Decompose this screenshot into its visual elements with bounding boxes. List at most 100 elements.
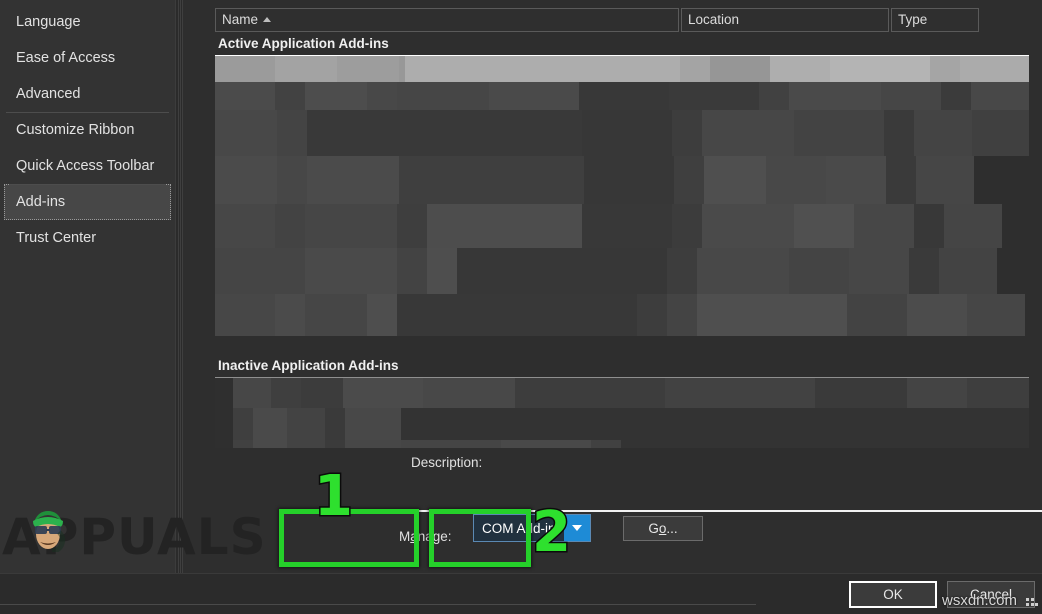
sidebar-item-label: Trust Center	[16, 230, 97, 246]
redacted-block	[584, 156, 674, 204]
redacted-block	[960, 56, 1029, 82]
sidebar-item-quick-access-toolbar[interactable]: Quick Access Toolbar	[0, 148, 175, 184]
redacted-block	[215, 82, 275, 110]
redacted-block	[215, 378, 233, 408]
column-header-name[interactable]: Name	[215, 8, 679, 32]
redacted-block	[939, 248, 997, 294]
redacted-block	[884, 110, 914, 156]
sidebar-item-add-ins[interactable]: Add-ins	[4, 184, 171, 220]
table-row[interactable]	[215, 56, 1029, 82]
redacted-block	[697, 294, 847, 336]
redacted-block	[667, 248, 697, 294]
redacted-block	[770, 56, 830, 82]
redacted-block	[854, 204, 914, 248]
table-row[interactable]	[215, 110, 1029, 156]
sidebar-item-advanced[interactable]: Advanced	[0, 76, 175, 112]
table-row[interactable]	[215, 440, 1029, 448]
redacted-block	[215, 408, 233, 440]
redacted-block	[702, 204, 794, 248]
redacted-block	[830, 56, 930, 82]
options-dialog: Language Ease of Access Advanced Customi…	[0, 0, 1042, 614]
sidebar-item-customize-ribbon[interactable]: Customize Ribbon	[0, 112, 175, 148]
redacted-block	[457, 248, 667, 294]
redacted-block	[672, 110, 702, 156]
redacted-block	[515, 378, 665, 408]
column-header-location[interactable]: Location	[681, 8, 889, 32]
redacted-block	[305, 82, 367, 110]
manage-label-suffix: nage:	[417, 529, 452, 544]
redacted-block	[672, 204, 702, 248]
redacted-block	[789, 248, 849, 294]
sidebar-item-label: Customize Ribbon	[16, 122, 135, 138]
redacted-block	[794, 204, 854, 248]
table-row[interactable]	[215, 408, 1029, 440]
add-ins-list[interactable]: Active Application Add-ins Inactive Appl…	[215, 33, 1029, 448]
sidebar-item-label: Quick Access Toolbar	[16, 158, 155, 174]
sidebar-item-ease-of-access[interactable]: Ease of Access	[0, 40, 175, 76]
redacted-block	[275, 82, 305, 110]
redacted-block	[301, 378, 343, 408]
table-row[interactable]	[215, 378, 1029, 408]
sidebar-item-label: Ease of Access	[16, 50, 116, 66]
redacted-block	[944, 204, 1002, 248]
redacted-block	[397, 204, 427, 248]
ok-button[interactable]: OK	[849, 581, 937, 608]
table-row[interactable]	[215, 82, 1029, 110]
redacted-block	[215, 156, 277, 204]
list-column-headers: Name Location Type	[215, 8, 1029, 32]
sidebar-item-language[interactable]: Language	[0, 4, 175, 40]
redacted-block	[345, 440, 401, 448]
redacted-block	[233, 440, 253, 448]
redacted-block	[914, 110, 972, 156]
redacted-block	[401, 440, 501, 448]
column-header-label: Name	[222, 12, 259, 27]
redacted-block	[881, 82, 941, 110]
group-header-active: Active Application Add-ins	[215, 33, 1029, 55]
column-header-type[interactable]: Type	[891, 8, 979, 32]
manage-label: Manage:	[399, 529, 452, 544]
redacted-block	[582, 204, 672, 248]
redacted-block	[427, 204, 582, 248]
redacted-block	[886, 156, 916, 204]
sidebar-item-label: Advanced	[16, 86, 81, 102]
redacted-block	[367, 294, 397, 336]
redacted-block	[930, 56, 960, 82]
options-category-sidebar: Language Ease of Access Advanced Customi…	[0, 0, 176, 573]
table-row[interactable]	[215, 204, 1029, 248]
redacted-block	[909, 248, 939, 294]
redacted-block	[275, 56, 337, 82]
sidebar-item-trust-center[interactable]: Trust Center	[0, 220, 175, 256]
redacted-block	[674, 156, 704, 204]
redacted-block	[423, 378, 515, 408]
redacted-block	[367, 82, 397, 110]
redacted-block	[275, 294, 305, 336]
redacted-block	[287, 408, 325, 440]
annotation-number-2: 2	[531, 500, 573, 565]
redacted-block	[405, 56, 680, 82]
table-row[interactable]	[215, 248, 1029, 294]
redacted-block	[215, 440, 233, 448]
redacted-block	[215, 56, 275, 82]
redacted-block	[582, 110, 672, 156]
redacted-block	[759, 82, 789, 110]
redacted-block	[972, 110, 1029, 156]
sort-ascending-icon	[263, 17, 272, 22]
redacted-block	[849, 248, 909, 294]
group-header-inactive: Inactive Application Add-ins	[215, 355, 1029, 377]
table-row[interactable]	[215, 294, 1029, 336]
annotation-number-1: 1	[313, 464, 355, 529]
redacted-block	[967, 294, 1025, 336]
redacted-block	[766, 156, 826, 204]
go-button[interactable]: Go...	[623, 516, 703, 541]
wsxdn-dots-icon	[1026, 598, 1038, 606]
redacted-block	[427, 248, 457, 294]
redacted-block	[215, 248, 305, 294]
table-row[interactable]	[215, 156, 1029, 204]
description-label: Description:	[411, 455, 482, 470]
redacted-block	[215, 110, 277, 156]
window-bottom-frame	[0, 604, 756, 605]
redacted-block	[337, 56, 399, 82]
redacted-block	[325, 440, 345, 448]
redacted-block	[667, 294, 697, 336]
redacted-block	[710, 56, 770, 82]
